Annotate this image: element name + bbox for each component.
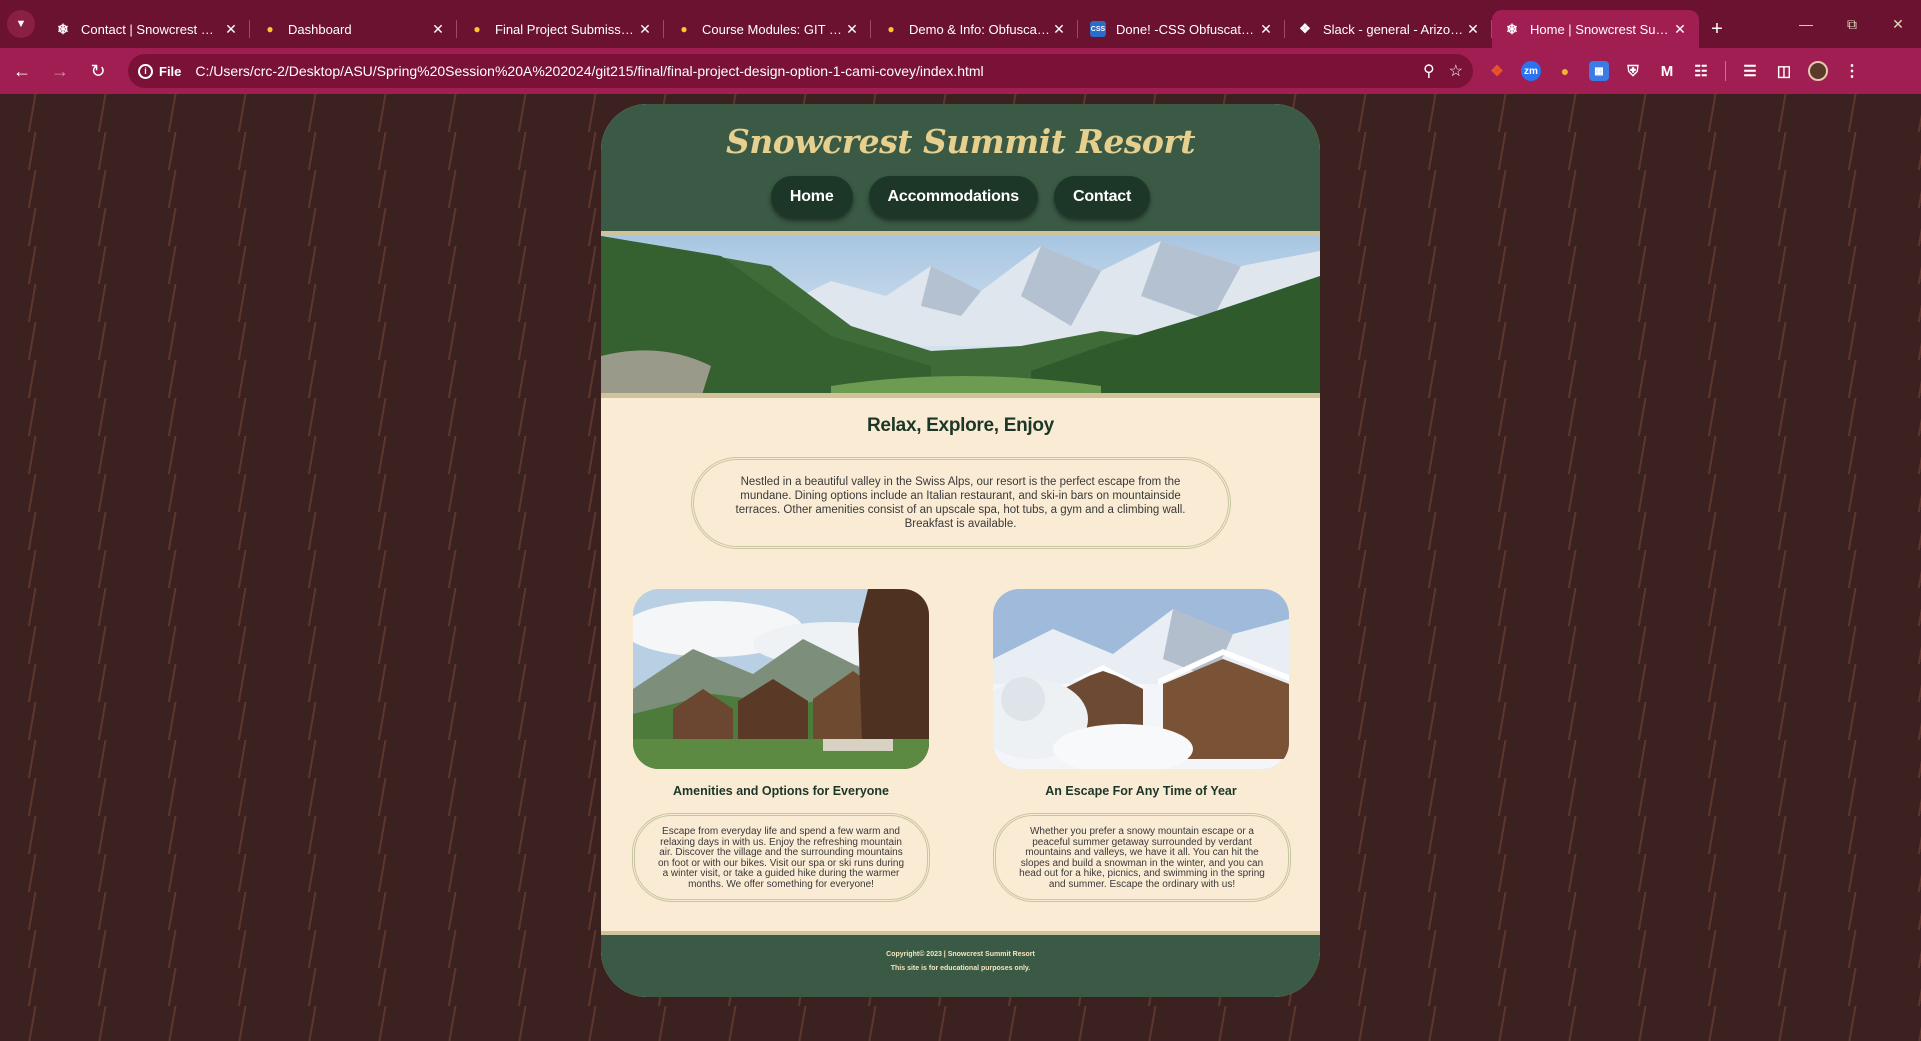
feature-cards: Amenities and Options for Everyone Escap… [632, 589, 1291, 902]
zoom-icon[interactable]: ⚲ [1423, 61, 1435, 81]
snowflake-icon: ❄ [1506, 20, 1518, 37]
close-icon[interactable]: ✕ [222, 21, 240, 38]
site-nav: Home Accommodations Contact [601, 176, 1320, 218]
card-text: Whether you prefer a snowy mountain esca… [993, 813, 1291, 902]
card-text: Escape from everyday life and spend a fe… [632, 813, 930, 902]
tab-css-obfuscator[interactable]: CSS Done! -CSS Obfuscator - Lorem ✕ [1078, 10, 1285, 48]
hero-mountain-image [601, 236, 1320, 398]
extensions-puzzle-icon[interactable]: ☷ [1691, 61, 1711, 81]
slack-icon: ❖ [1299, 21, 1311, 36]
copyright-text: Copyright© 2023 | Snowcrest Summit Resor… [886, 951, 1035, 958]
tab-search-chevron-icon[interactable]: ▼ [7, 10, 35, 38]
extension-colorful-icon[interactable]: ● [1555, 61, 1575, 81]
site-info-chip[interactable]: i File [138, 63, 182, 79]
tab-title: Course Modules: GIT 215: Web Design [702, 21, 843, 37]
reading-list-icon[interactable]: ☰ [1740, 61, 1760, 81]
tab-title: Contact | Snowcrest Summit Resort [81, 21, 222, 37]
card-title: An Escape For Any Time of Year [1045, 784, 1237, 798]
tab-contact[interactable]: ❄ Contact | Snowcrest Summit Resort ✕ [43, 10, 250, 48]
window-controls: — ⧉ ✕ [1783, 0, 1921, 48]
extension-blue-icon[interactable]: ▦ [1589, 61, 1609, 81]
profile-avatar[interactable] [1808, 61, 1828, 81]
village-winter-image [993, 589, 1289, 769]
more-menu-icon[interactable]: ⋮ [1842, 61, 1862, 81]
tab-demo-info[interactable]: ● Demo & Info: Obfuscating CSS ✕ [871, 10, 1078, 48]
tab-title: Dashboard [288, 21, 352, 37]
asu-icon: ● [266, 22, 274, 36]
tab-title: Done! -CSS Obfuscator - Lorem [1116, 21, 1257, 37]
browser-toolbar: ← → ↻ i File C:/Users/crc-2/Desktop/ASU/… [0, 48, 1921, 94]
reload-icon[interactable]: ↻ [80, 53, 116, 89]
tagline-heading: Relax, Explore, Enjoy [867, 415, 1054, 436]
village-summer-image [633, 589, 929, 769]
tab-title: Final Project Submission [495, 21, 636, 37]
tab-final-project[interactable]: ● Final Project Submission ✕ [457, 10, 664, 48]
feature-card: An Escape For Any Time of Year Whether y… [993, 589, 1291, 902]
back-arrow-icon[interactable]: ← [4, 53, 40, 89]
info-icon: i [138, 63, 153, 79]
site-title: Snowcrest Summit Resort [725, 122, 1196, 161]
asu-icon: ● [680, 22, 688, 36]
close-icon[interactable]: ✕ [1257, 21, 1275, 38]
address-bar[interactable]: i File C:/Users/crc-2/Desktop/ASU/Spring… [128, 54, 1473, 88]
extension-zoom-icon[interactable]: zm [1521, 61, 1541, 81]
forward-arrow-icon[interactable]: → [42, 53, 78, 89]
nav-contact-button[interactable]: Contact [1053, 176, 1151, 218]
browser-tab-bar: ▼ ❄ Contact | Snowcrest Summit Resort ✕ … [0, 0, 1921, 48]
tab-slack[interactable]: ❖ Slack - general - Arizona State ✕ [1285, 10, 1492, 48]
close-icon[interactable]: ✕ [1671, 21, 1689, 38]
intro-text: Nestled in a beautiful valley in the Swi… [690, 457, 1231, 549]
bookmark-star-icon[interactable]: ☆ [1449, 61, 1463, 81]
nav-home-button[interactable]: Home [770, 176, 853, 218]
tab-title: Home | Snowcrest Summit Resort [1530, 21, 1671, 37]
site-container: Snowcrest Summit Resort Home Accommodati… [601, 104, 1320, 997]
new-tab-plus-icon[interactable]: + [1699, 10, 1735, 48]
tab-home-active[interactable]: ❄ Home | Snowcrest Summit Resort ✕ [1492, 10, 1699, 48]
close-icon[interactable]: ✕ [429, 21, 447, 38]
close-icon[interactable]: ✕ [1464, 21, 1482, 38]
close-icon[interactable]: ✕ [636, 21, 654, 38]
snowflake-icon: ❄ [57, 20, 69, 37]
tab-title: Demo & Info: Obfuscating CSS [909, 21, 1050, 37]
extension-red-icon[interactable]: ❖ [1487, 61, 1507, 81]
asu-icon: ● [887, 22, 895, 36]
tab-dashboard[interactable]: ● Dashboard ✕ [250, 10, 457, 48]
footer-note: This site is for educational purposes on… [890, 965, 1031, 972]
tab-course-modules[interactable]: ● Course Modules: GIT 215: Web Design ✕ [664, 10, 871, 48]
tab-title: Slack - general - Arizona State [1323, 21, 1464, 37]
site-info-label: File [159, 63, 182, 79]
toolbar-divider [1725, 61, 1726, 81]
nav-accommodations-button[interactable]: Accommodations [868, 176, 1038, 218]
extension-m-icon[interactable]: M [1657, 61, 1677, 81]
extensions-row: ❖ zm ● ▦ ⛨ M ☷ ☰ ◫ ⋮ [1487, 61, 1862, 81]
extension-shield-icon[interactable]: ⛨ [1623, 61, 1643, 81]
feature-card: Amenities and Options for Everyone Escap… [632, 589, 930, 902]
card-title: Amenities and Options for Everyone [672, 784, 889, 798]
site-header: Snowcrest Summit Resort Home Accommodati… [601, 104, 1320, 236]
close-icon[interactable]: ✕ [1050, 21, 1068, 38]
url-text[interactable]: C:/Users/crc-2/Desktop/ASU/Spring%20Sess… [195, 63, 1409, 79]
window-close-icon[interactable]: ✕ [1875, 0, 1921, 48]
asu-icon: ● [473, 22, 481, 36]
side-panel-icon[interactable]: ◫ [1774, 61, 1794, 81]
site-footer: Copyright© 2023 | Snowcrest Summit Resor… [601, 931, 1320, 997]
css-icon: CSS [1090, 21, 1106, 37]
restore-icon[interactable]: ⧉ [1829, 0, 1875, 48]
minimize-icon[interactable]: — [1783, 0, 1829, 48]
close-icon[interactable]: ✕ [843, 21, 861, 38]
